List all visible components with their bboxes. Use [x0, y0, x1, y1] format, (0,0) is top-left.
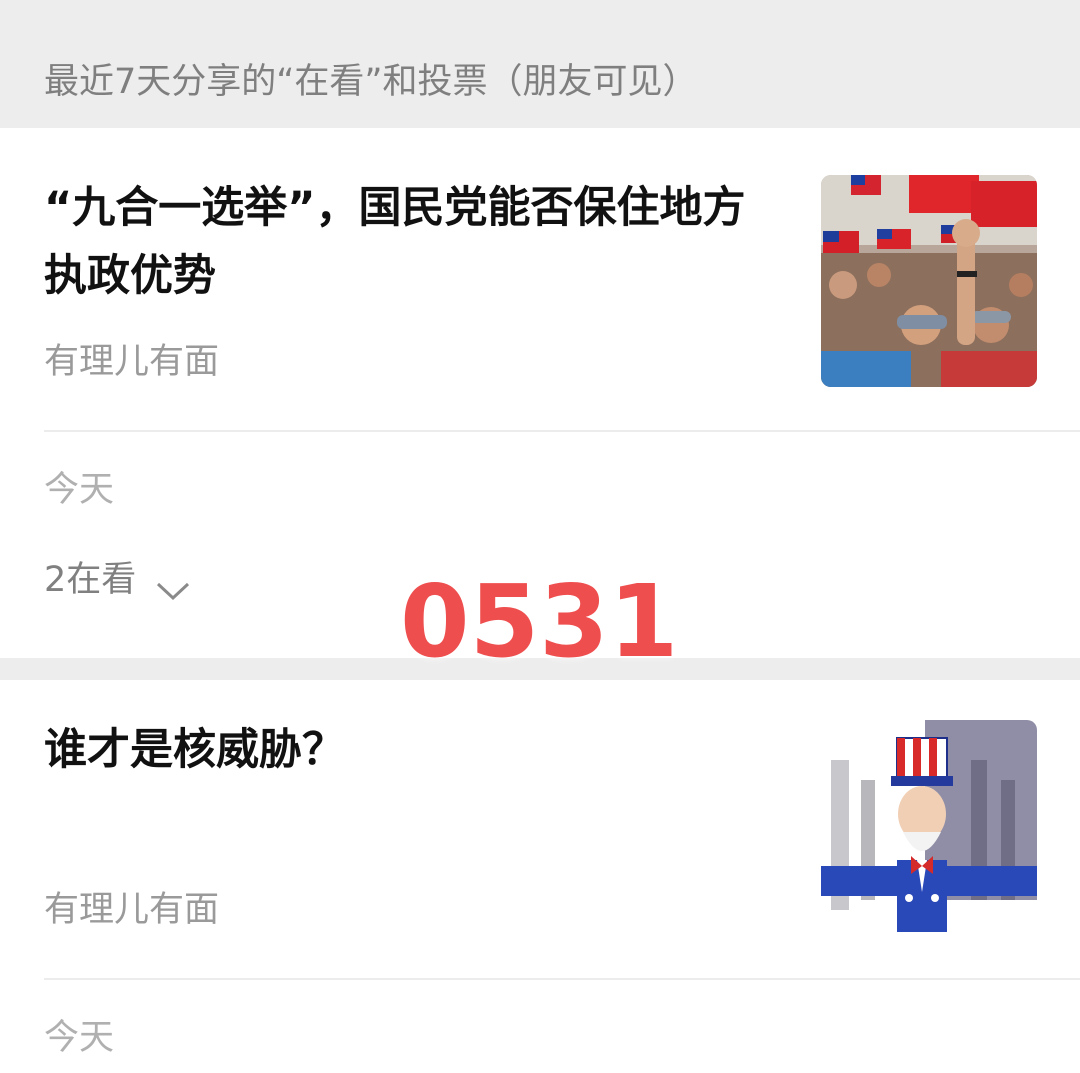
divider [44, 430, 1080, 432]
article-source: 有理儿有面 [44, 342, 220, 382]
article-source: 有理儿有面 [44, 890, 220, 930]
uncle-sam-cartoon [821, 720, 1037, 932]
watermark-number: 0531 [400, 563, 679, 680]
share-date: 今天 [44, 1018, 115, 1058]
article-title[interactable]: 谁才是核威胁？ [44, 716, 774, 784]
viewing-count-toggle[interactable]: 2在看 [44, 556, 192, 604]
section-header: 最近7天分享的“在看”和投票（朋友可见） [0, 0, 1080, 128]
section-header-title: 最近7天分享的“在看”和投票（朋友可见） [44, 62, 698, 102]
article-title[interactable]: “九合一选举”，国民党能否保住地方执政优势 [44, 174, 774, 310]
divider [44, 978, 1080, 980]
share-date: 今天 [44, 470, 115, 510]
chevron-down-icon[interactable] [154, 568, 192, 601]
article-thumbnail[interactable] [821, 720, 1037, 932]
viewing-count: 2在看 [44, 560, 137, 600]
article-thumbnail[interactable] [821, 175, 1037, 387]
article-card[interactable]: 谁才是核威胁？ 有理儿有面 今天 [0, 680, 1080, 1073]
rally-flags-photo [821, 175, 1037, 387]
